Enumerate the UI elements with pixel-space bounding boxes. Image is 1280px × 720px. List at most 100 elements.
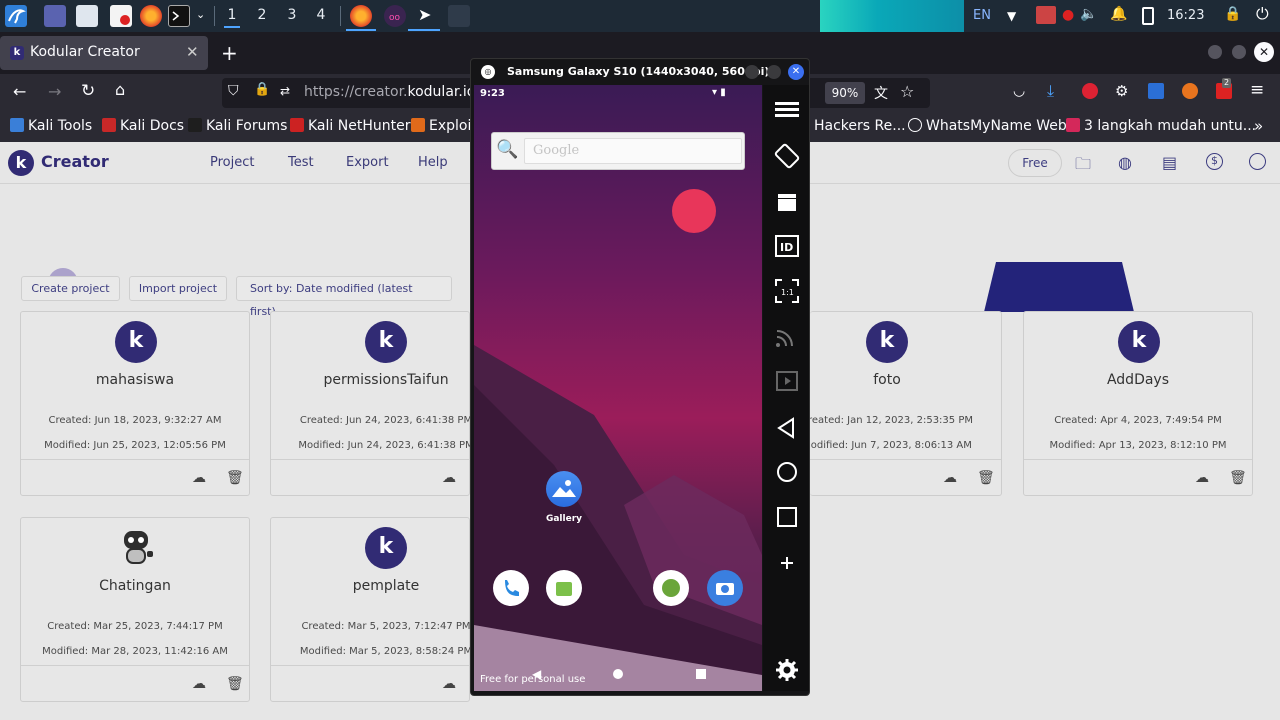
phone-app-icon[interactable]: [493, 570, 529, 606]
bookmark-exploit[interactable]: Exploit: [411, 118, 477, 134]
tab-kodular-creator[interactable]: k Kodular Creator ✕: [0, 36, 208, 70]
menu-project[interactable]: Project: [210, 155, 254, 170]
maximize-icon[interactable]: [767, 65, 781, 79]
bookmark-kali-forums[interactable]: Kali Forums: [188, 118, 287, 134]
clock[interactable]: 16:23: [1167, 8, 1204, 23]
palette-icon[interactable]: ◍: [1118, 153, 1132, 172]
rotate-icon[interactable]: [774, 143, 800, 169]
foxyproxy-icon[interactable]: [1182, 83, 1198, 99]
workspace-2[interactable]: 2: [254, 7, 270, 23]
network-icon[interactable]: ▼: [1007, 9, 1016, 23]
text-editor-icon[interactable]: [110, 5, 132, 27]
home-icon[interactable]: ⌂: [115, 80, 125, 99]
keyboard-layout[interactable]: EN: [973, 8, 991, 23]
android-app-icon[interactable]: [653, 570, 689, 606]
hamburger-menu-icon[interactable]: ≡: [1250, 80, 1264, 100]
pixel-perfect-icon[interactable]: 1:1: [774, 278, 800, 304]
trash-icon[interactable]: 🗑: [226, 470, 244, 486]
clapper-icon[interactable]: [774, 189, 800, 215]
bookmark-star-icon[interactable]: ☆: [900, 82, 914, 101]
workspace-3[interactable]: 3: [284, 7, 300, 23]
cloud-download-icon[interactable]: ☁: [1194, 470, 1210, 486]
bookmark-kali-nethunter[interactable]: Kali NetHunter: [290, 118, 410, 134]
android-recents-icon[interactable]: [696, 669, 706, 679]
downloads-icon[interactable]: ⤓: [1047, 81, 1054, 101]
recents-icon[interactable]: [774, 504, 800, 530]
workspace-1[interactable]: 1: [224, 4, 240, 28]
power-icon[interactable]: ⏻: [1256, 4, 1269, 24]
plan-badge[interactable]: Free: [1008, 149, 1062, 177]
battery-icon[interactable]: [1142, 7, 1154, 25]
minimize-icon[interactable]: [1208, 45, 1222, 59]
menu-export[interactable]: Export: [346, 155, 389, 170]
emulator-titlebar[interactable]: ◎ Samsung Galaxy S10 (1440x3040, 560dpi)…: [471, 59, 809, 85]
cloud-download-icon[interactable]: ☁: [441, 676, 457, 692]
firefox-icon[interactable]: [140, 5, 162, 27]
minimize-icon[interactable]: [745, 65, 759, 79]
padlock-icon[interactable]: 🔒: [254, 82, 270, 97]
close-tab-icon[interactable]: ✕: [186, 43, 199, 61]
back-icon[interactable]: ←: [13, 82, 26, 101]
zoom-indicator[interactable]: 90%: [825, 82, 865, 104]
extension-icon[interactable]: [1082, 83, 1098, 99]
sort-dropdown[interactable]: Sort by: Date modified (latest first)⌄: [236, 276, 452, 318]
chevron-down-icon[interactable]: ⌄: [196, 8, 205, 21]
trash-icon[interactable]: 🗑: [1229, 470, 1247, 486]
close-window-icon[interactable]: ✕: [1254, 42, 1274, 62]
terminal-icon[interactable]: [168, 5, 190, 27]
bookmark-whatsmyname[interactable]: WhatsMyName Web: [908, 118, 1067, 134]
translate-icon[interactable]: 文: [874, 83, 888, 103]
dollar-icon[interactable]: $: [1206, 153, 1223, 170]
library-icon[interactable]: ▤: [1162, 153, 1177, 172]
cloud-download-icon[interactable]: ☁: [942, 470, 958, 486]
cloud-download-icon[interactable]: ☁: [191, 470, 207, 486]
create-project-button[interactable]: Create project: [21, 276, 120, 301]
pocket-icon[interactable]: ◡: [1013, 83, 1025, 99]
more-bookmarks-icon[interactable]: »: [1254, 117, 1263, 135]
cloud-download-icon[interactable]: ☁: [191, 676, 207, 692]
project-card[interactable]: k pemplate Created: Mar 5, 2023, 7:12:47…: [270, 517, 472, 702]
project-card[interactable]: k mahasiswa Created: Jun 18, 2023, 9:32:…: [20, 311, 250, 496]
back-icon[interactable]: [774, 415, 800, 441]
menu-help[interactable]: Help: [418, 155, 448, 170]
gallery-app-icon[interactable]: [546, 471, 582, 507]
permissions-icon[interactable]: ⇄: [280, 84, 290, 98]
folder-icon[interactable]: 🗀: [1075, 153, 1091, 180]
file-manager-icon[interactable]: [76, 5, 98, 27]
trash-icon[interactable]: 🗑: [226, 676, 244, 692]
firefox-window-icon[interactable]: [350, 5, 372, 27]
project-card[interactable]: Chatingan Created: Mar 25, 2023, 7:44:17…: [20, 517, 250, 702]
settings-icon[interactable]: [774, 657, 800, 683]
bookmark-3-langkah[interactable]: 3 langkah mudah untu...: [1066, 118, 1256, 134]
home-icon[interactable]: [774, 459, 800, 485]
account-icon[interactable]: [1249, 153, 1266, 170]
cloud-download-icon[interactable]: ☁: [441, 470, 457, 486]
android-home-icon[interactable]: [613, 669, 623, 679]
google-search-input[interactable]: Google: [524, 138, 742, 164]
notification-bell-icon[interactable]: 🔔: [1110, 6, 1127, 22]
kodular-logo-icon[interactable]: k: [8, 150, 34, 176]
scrcpy-window-icon[interactable]: oo: [384, 5, 406, 27]
bookmark-kali-tools[interactable]: Kali Tools: [10, 118, 92, 134]
translate-extension-icon[interactable]: [1148, 83, 1164, 99]
google-search-widget[interactable]: 🔍 Google: [491, 132, 745, 170]
bookmark-kali-docs[interactable]: Kali Docs: [102, 118, 184, 134]
shield-icon[interactable]: ⛉: [228, 83, 239, 99]
brand-title[interactable]: Creator: [41, 152, 109, 171]
project-card[interactable]: k foto Created: Jan 12, 2023, 2:53:35 PM…: [801, 311, 1002, 496]
forward-icon[interactable]: →: [48, 82, 61, 101]
id-icon[interactable]: ID: [774, 233, 800, 259]
volume-icon[interactable]: 🔈: [1080, 6, 1097, 22]
project-card[interactable]: k permissionsTaifun Created: Jun 24, 202…: [270, 311, 474, 496]
microphone-muted-icon[interactable]: ●: [1062, 7, 1074, 23]
close-icon[interactable]: ✕: [788, 64, 804, 80]
camera-app-icon[interactable]: [707, 570, 743, 606]
cast-icon[interactable]: [774, 323, 800, 349]
menu-test[interactable]: Test: [288, 155, 314, 170]
new-tab-icon[interactable]: +: [221, 41, 238, 65]
film-icon[interactable]: [774, 368, 800, 394]
app-tray-icon[interactable]: [1036, 6, 1056, 24]
android-screen[interactable]: 9:23 ▾ ▮ 🔍 Google Gallery ◀ Free for per…: [474, 85, 762, 691]
url-bar[interactable]: ⛉ 🔒 ⇄ https://creator.kodular.io/: [222, 78, 480, 108]
emulator-window-icon[interactable]: [448, 5, 470, 27]
